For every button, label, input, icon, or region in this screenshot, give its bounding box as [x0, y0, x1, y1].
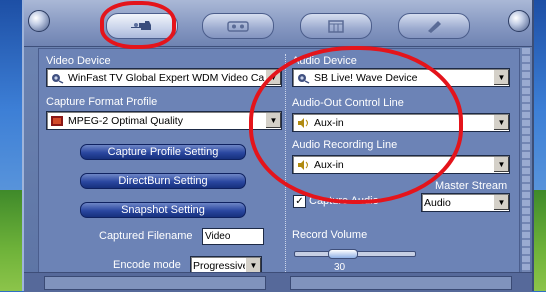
film-icon [51, 115, 63, 126]
chevron-down-icon[interactable]: ▼ [493, 195, 509, 210]
audio-out-label: Audio-Out Control Line [292, 97, 404, 109]
speaker-icon [298, 159, 308, 170]
speaker-icon [298, 117, 308, 128]
capture-settings-window: Video Device WinFast TV Global Expert WD… [22, 0, 534, 292]
right-knob-icon[interactable] [508, 10, 530, 32]
audio-recording-select[interactable]: Aux-in ▼ [292, 155, 510, 174]
column-divider [285, 54, 286, 272]
video-device-select[interactable]: WinFast TV Global Expert WDM Video Ca ▼ [46, 68, 282, 87]
master-stream-value: Audio [424, 196, 451, 209]
webcam-icon [52, 73, 64, 84]
video-device-value: WinFast TV Global Expert WDM Video Ca [68, 71, 265, 84]
capture-audio-checkbox[interactable]: ✓ [293, 195, 306, 208]
encode-mode-value: Progressive [193, 259, 245, 272]
chevron-down-icon[interactable]: ▼ [265, 70, 281, 85]
left-knob-icon[interactable] [28, 10, 50, 32]
bottom-field-left [44, 276, 266, 290]
audio-device-value: SB Live! Wave Device [314, 71, 418, 84]
chevron-down-icon[interactable]: ▼ [493, 115, 509, 130]
directburn-setting-button[interactable]: DirectBurn Setting [80, 173, 246, 189]
master-stream-label: Master Stream [435, 180, 508, 192]
chevron-down-icon[interactable]: ▼ [245, 258, 261, 273]
captured-filename-input[interactable]: Video [202, 228, 264, 245]
capture-format-select[interactable]: MPEG-2 Optimal Quality ▼ [46, 111, 282, 130]
chevron-down-icon[interactable]: ▼ [493, 157, 509, 172]
calendar-icon [328, 20, 344, 33]
tape-icon [227, 21, 249, 32]
capture-format-label: Capture Format Profile [46, 96, 158, 108]
tab-playback[interactable] [202, 13, 274, 39]
record-volume-thumb[interactable] [328, 249, 358, 259]
tools-icon [428, 21, 441, 33]
audio-recording-label: Audio Recording Line [292, 139, 398, 151]
tab-settings[interactable] [398, 13, 470, 39]
record-volume-label: Record Volume [292, 229, 368, 241]
tab-schedule[interactable] [300, 13, 372, 39]
video-device-label: Video Device [46, 55, 111, 67]
snapshot-setting-button[interactable]: Snapshot Setting [80, 202, 246, 218]
chevron-down-icon[interactable]: ▼ [493, 70, 509, 85]
hand-pointer-icon [131, 21, 151, 30]
audio-device-label: Audio Device [292, 55, 357, 67]
encode-mode-label: Encode mode [113, 259, 181, 271]
master-stream-select[interactable]: Audio ▼ [421, 193, 510, 212]
chevron-down-icon[interactable]: ▼ [265, 113, 281, 128]
tab-capture[interactable] [106, 13, 178, 39]
capture-profile-setting-button[interactable]: Capture Profile Setting [80, 144, 246, 160]
right-scroll-strip[interactable] [522, 48, 530, 273]
audio-out-select[interactable]: Aux-in ▼ [292, 113, 510, 132]
capture-format-value: MPEG-2 Optimal Quality [68, 114, 183, 127]
webcam-icon [298, 73, 310, 84]
audio-device-select[interactable]: SB Live! Wave Device ▼ [292, 68, 510, 87]
capture-audio-label: Capture Audio [309, 195, 379, 207]
audio-recording-value: Aux-in [314, 158, 344, 171]
audio-out-value: Aux-in [314, 116, 344, 129]
captured-filename-label: Captured Filename [99, 230, 193, 242]
tab-bar [24, 0, 532, 47]
bottom-field-right [290, 276, 512, 290]
